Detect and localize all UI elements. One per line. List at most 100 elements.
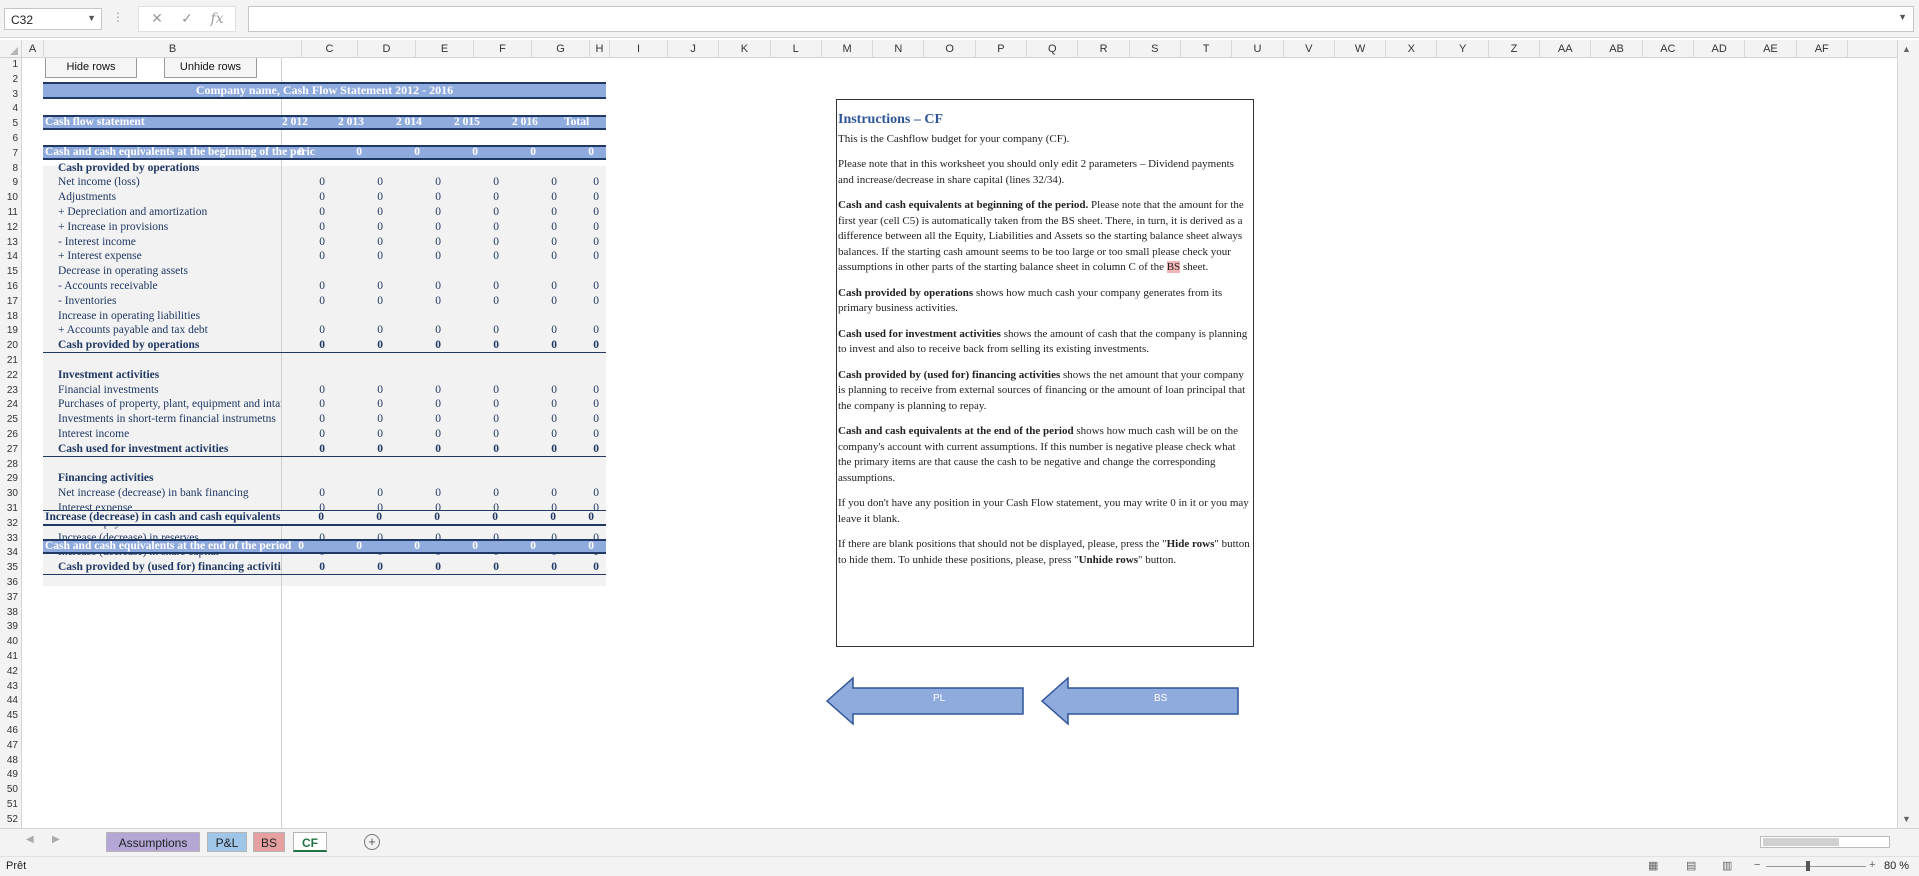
value-cell[interactable]: 0 <box>479 561 499 573</box>
row-header[interactable]: 16 <box>0 280 22 295</box>
row-header[interactable]: 9 <box>0 176 22 191</box>
value-cell[interactable]: 0 <box>362 511 382 523</box>
value-cell[interactable]: 0 <box>479 250 499 262</box>
row-header[interactable]: 43 <box>0 680 22 695</box>
tab-scroll-left-icon[interactable]: ◀ <box>26 834 34 845</box>
formula-input[interactable]: ▼ <box>248 6 1914 32</box>
value-cell[interactable]: 0 <box>305 413 325 425</box>
value-cell[interactable]: 0 <box>458 540 478 552</box>
value-cell[interactable]: 0 <box>305 295 325 307</box>
column-header[interactable]: I <box>610 40 668 58</box>
value-cell[interactable]: 0 <box>537 206 557 218</box>
value-cell[interactable]: 0 <box>579 339 599 351</box>
row-header[interactable]: 3 <box>0 88 22 103</box>
zoom-slider[interactable] <box>1766 861 1866 871</box>
cancel-icon[interactable]: ✕ <box>147 11 167 27</box>
row-header[interactable]: 34 <box>0 546 22 561</box>
row-header[interactable]: 51 <box>0 798 22 813</box>
row-header[interactable]: 48 <box>0 754 22 769</box>
value-cell[interactable]: 0 <box>574 540 594 552</box>
column-header[interactable]: T <box>1181 40 1233 58</box>
hide-rows-button[interactable]: Hide rows <box>45 58 137 78</box>
value-cell[interactable]: 0 <box>421 443 441 455</box>
value-cell[interactable]: 0 <box>305 443 325 455</box>
row-header[interactable]: 39 <box>0 620 22 635</box>
worksheet-grid[interactable]: Hide rows Unhide rows Company name, Cash… <box>22 58 1897 828</box>
value-cell[interactable]: 0 <box>421 236 441 248</box>
column-header[interactable]: J <box>668 40 720 58</box>
value-cell[interactable]: 0 <box>363 206 383 218</box>
value-cell[interactable]: 0 <box>305 280 325 292</box>
column-header[interactable]: L <box>771 40 822 58</box>
row-header[interactable]: 4 <box>0 102 22 117</box>
value-cell[interactable]: 0 <box>363 398 383 410</box>
value-cell[interactable]: 0 <box>579 176 599 188</box>
value-cell[interactable]: 0 <box>537 428 557 440</box>
column-header[interactable]: N <box>873 40 925 58</box>
row-header[interactable]: 2 <box>0 73 22 88</box>
row-header[interactable]: 35 <box>0 561 22 576</box>
column-header[interactable]: AF <box>1797 40 1848 58</box>
value-cell[interactable]: 0 <box>305 221 325 233</box>
sheet-tab[interactable]: P&L <box>207 832 247 852</box>
value-cell[interactable]: 0 <box>579 428 599 440</box>
row-header[interactable]: 24 <box>0 398 22 413</box>
row-header[interactable]: 14 <box>0 250 22 265</box>
row-header[interactable]: 37 <box>0 591 22 606</box>
column-header[interactable]: K <box>719 40 771 58</box>
value-cell[interactable]: 0 <box>537 443 557 455</box>
column-header[interactable]: M <box>822 40 874 58</box>
horizontal-scroll-thumb[interactable] <box>1763 838 1839 846</box>
row-header[interactable]: 19 <box>0 324 22 339</box>
column-header[interactable]: AB <box>1591 40 1643 58</box>
value-cell[interactable]: 0 <box>305 384 325 396</box>
value-cell[interactable]: 0 <box>421 324 441 336</box>
value-cell[interactable]: 0 <box>579 206 599 218</box>
value-cell[interactable]: 0 <box>479 487 499 499</box>
value-cell[interactable]: 0 <box>537 339 557 351</box>
column-header[interactable]: C <box>302 40 358 58</box>
row-header[interactable]: 27 <box>0 443 22 458</box>
row-header[interactable]: 7 <box>0 147 22 162</box>
value-cell[interactable]: 0 <box>363 324 383 336</box>
value-cell[interactable]: 0 <box>421 428 441 440</box>
column-header[interactable]: S <box>1130 40 1181 58</box>
value-cell[interactable]: 0 <box>479 221 499 233</box>
tab-scroll-right-icon[interactable]: ▶ <box>52 834 60 845</box>
value-cell[interactable]: 0 <box>479 324 499 336</box>
value-cell[interactable]: 0 <box>421 487 441 499</box>
row-header[interactable]: 31 <box>0 502 22 517</box>
value-cell[interactable]: 0 <box>537 324 557 336</box>
enter-icon[interactable]: ✓ <box>177 11 197 27</box>
value-cell[interactable]: 0 <box>363 443 383 455</box>
column-header[interactable]: AA <box>1540 40 1592 58</box>
column-header[interactable]: Y <box>1438 40 1489 58</box>
value-cell[interactable]: 0 <box>400 540 420 552</box>
value-cell[interactable]: 0 <box>420 511 440 523</box>
value-cell[interactable]: 0 <box>537 295 557 307</box>
value-cell[interactable]: 0 <box>284 540 304 552</box>
value-cell[interactable]: 0 <box>284 146 304 158</box>
value-cell[interactable]: 0 <box>537 413 557 425</box>
row-header[interactable]: 22 <box>0 369 22 384</box>
column-header[interactable]: A <box>22 40 44 58</box>
row-header[interactable]: 13 <box>0 236 22 251</box>
page-layout-icon[interactable]: ▤ <box>1686 859 1696 872</box>
row-header[interactable]: 11 <box>0 206 22 221</box>
value-cell[interactable]: 0 <box>421 206 441 218</box>
value-cell[interactable]: 0 <box>305 339 325 351</box>
row-header[interactable]: 10 <box>0 191 22 206</box>
zoom-level[interactable]: 80 % <box>1884 860 1909 872</box>
name-box-dropdown-icon[interactable]: ▼ <box>87 13 96 23</box>
value-cell[interactable]: 0 <box>421 221 441 233</box>
zoom-in-icon[interactable]: + <box>1869 859 1875 871</box>
value-cell[interactable]: 0 <box>579 295 599 307</box>
vertical-scrollbar[interactable]: ▲ ▼ <box>1897 40 1919 828</box>
column-header[interactable]: U <box>1232 40 1284 58</box>
function-icon[interactable]: fx <box>207 11 227 27</box>
column-header[interactable]: AD <box>1694 40 1746 58</box>
row-header[interactable]: 28 <box>0 458 22 473</box>
value-cell[interactable]: 0 <box>579 221 599 233</box>
value-cell[interactable]: 0 <box>305 191 325 203</box>
value-cell[interactable]: 0 <box>305 236 325 248</box>
